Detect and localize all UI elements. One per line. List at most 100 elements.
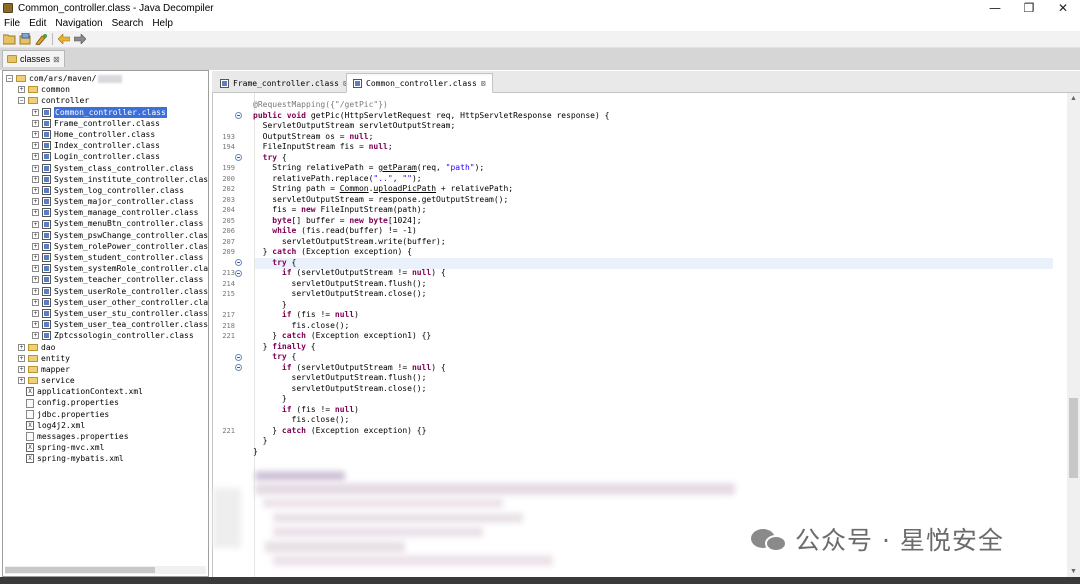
tree-item[interactable]: + System_systemRole_controller.clas	[3, 263, 208, 274]
tree-item[interactable]: − controller	[3, 95, 208, 106]
expand-icon[interactable]: +	[32, 298, 39, 306]
tree-item[interactable]: + System_pswChange_controller.class	[3, 230, 208, 241]
tree-item[interactable]: + dao	[3, 342, 208, 353]
expand-icon[interactable]: +	[32, 332, 39, 340]
tree-item[interactable]: + System_class_controller.class	[3, 163, 208, 174]
expand-icon[interactable]: +	[18, 365, 25, 373]
expand-icon[interactable]: +	[18, 354, 25, 362]
fold-toggle-icon[interactable]	[235, 259, 242, 266]
editor-vertical-scrollbar[interactable]: ▲ ▼	[1067, 93, 1080, 577]
tree-item[interactable]: + service	[3, 375, 208, 386]
window-title: Common_controller.class - Java Decompile…	[18, 2, 214, 14]
expand-icon[interactable]: +	[32, 108, 39, 116]
close-tab-icon[interactable]: ⊠	[53, 55, 60, 64]
tree-item[interactable]: + System_userRole_controller.class	[3, 286, 208, 297]
tree-item[interactable]: + System_student_controller.class	[3, 252, 208, 263]
expand-icon[interactable]: +	[18, 86, 25, 94]
collapse-icon[interactable]: −	[18, 97, 25, 105]
close-tab-icon[interactable]: ⊠	[481, 79, 486, 88]
scrollbar-thumb[interactable]	[5, 567, 155, 573]
tree-item[interactable]: + System_user_tea_controller.class	[3, 319, 208, 330]
back-arrow-icon[interactable]	[57, 32, 71, 46]
tree-item[interactable]: + Index_controller.class	[3, 140, 208, 151]
tree-item[interactable]: Xlog4j2.xml	[3, 420, 208, 431]
fold-toggle-icon[interactable]	[235, 353, 242, 361]
tree-item[interactable]: + System_user_stu_controller.class	[3, 308, 208, 319]
tree-item[interactable]: jdbc.properties	[3, 409, 208, 420]
tree-item[interactable]: XapplicationContext.xml	[3, 386, 208, 397]
tree-item[interactable]: + System_major_controller.class	[3, 196, 208, 207]
scrollbar-thumb[interactable]	[1069, 398, 1078, 478]
search-icon[interactable]	[34, 32, 48, 46]
expand-icon[interactable]: +	[32, 254, 39, 262]
open-type-icon[interactable]	[18, 32, 32, 46]
expand-icon[interactable]: +	[32, 186, 39, 194]
menu-navigation[interactable]: Navigation	[55, 18, 102, 29]
expand-icon[interactable]: +	[32, 287, 39, 295]
expand-icon[interactable]: +	[32, 242, 39, 250]
menu-file[interactable]: File	[4, 18, 20, 29]
expand-icon[interactable]: +	[32, 198, 39, 206]
expand-icon[interactable]: +	[32, 276, 39, 284]
scroll-down-icon[interactable]: ▼	[1070, 568, 1077, 575]
expand-icon[interactable]: +	[32, 175, 39, 183]
java-decompiler-app-icon	[3, 3, 13, 13]
tree-item[interactable]: + System_rolePower_controller.class	[3, 241, 208, 252]
open-file-icon[interactable]	[2, 32, 16, 46]
tree-horizontal-scrollbar[interactable]	[5, 566, 206, 574]
expand-icon[interactable]: +	[32, 153, 39, 161]
forward-arrow-icon[interactable]	[73, 32, 87, 46]
expand-icon[interactable]: +	[32, 231, 39, 239]
tree-root[interactable]: − com/ars/maven/	[3, 73, 208, 84]
fold-toggle-icon[interactable]	[235, 269, 242, 277]
tab-classes[interactable]: classes ⊠	[2, 50, 65, 67]
menu-help[interactable]: Help	[152, 18, 173, 29]
tree-item[interactable]: + Frame_controller.class	[3, 118, 208, 129]
tree-item[interactable]: + System_manage_controller.class	[3, 207, 208, 218]
tree-item[interactable]: Xspring-mvc.xml	[3, 442, 208, 453]
scroll-up-icon[interactable]: ▲	[1070, 95, 1077, 102]
expand-icon[interactable]: +	[32, 164, 39, 172]
tab-frame-controller[interactable]: Frame_controller.class ⊠	[214, 73, 354, 93]
fold-toggle-icon[interactable]	[235, 154, 242, 161]
expand-icon[interactable]: +	[32, 265, 39, 273]
expand-icon[interactable]: +	[32, 310, 39, 318]
tree-item[interactable]: + System_menuBtn_controller.class	[3, 218, 208, 229]
expand-icon[interactable]: +	[32, 119, 39, 127]
tree-item[interactable]: config.properties	[3, 397, 208, 408]
expand-icon[interactable]: +	[18, 343, 25, 351]
collapse-icon[interactable]: −	[6, 75, 13, 83]
close-button[interactable]: ✕	[1046, 0, 1080, 16]
expand-icon[interactable]: +	[32, 220, 39, 228]
tree-item[interactable]: + System_teacher_controller.class	[3, 274, 208, 285]
code-editor[interactable]: 193 194 199 200 202 203 204 205 206 207 209 213 214 2…	[212, 93, 1080, 577]
tree-item[interactable]: + Home_controller.class	[3, 129, 208, 140]
maximize-button[interactable]: ❐	[1012, 0, 1046, 16]
tree-item[interactable]: + System_institute_controller.class	[3, 174, 208, 185]
menu-search[interactable]: Search	[112, 18, 144, 29]
tree-item[interactable]: + Login_controller.class	[3, 151, 208, 162]
tree-item[interactable]: + System_log_controller.class	[3, 185, 208, 196]
tree-item[interactable]: + Common_controller.class	[3, 106, 208, 118]
tab-common-controller[interactable]: Common_controller.class ⊠	[346, 73, 493, 93]
tree-item[interactable]: Xspring-mybatis.xml	[3, 453, 208, 464]
tree-item[interactable]: + Zptcssologin_controller.class	[3, 330, 208, 341]
code-line: relativePath.replace("..", "");	[253, 173, 422, 183]
line-number: 205	[222, 216, 235, 225]
tree-item[interactable]: messages.properties	[3, 431, 208, 442]
expand-icon[interactable]: +	[32, 142, 39, 150]
menu-edit[interactable]: Edit	[29, 18, 46, 29]
tree-item[interactable]: + common	[3, 84, 208, 95]
expand-icon[interactable]: +	[18, 377, 25, 385]
code-line: }	[253, 299, 287, 309]
expand-icon[interactable]: +	[32, 321, 39, 329]
fold-toggle-icon[interactable]	[235, 364, 242, 371]
fold-toggle-icon[interactable]	[235, 112, 242, 119]
expand-icon[interactable]: +	[32, 131, 39, 139]
class-file-icon	[42, 331, 51, 341]
tree-item[interactable]: + System_user_other_controller.clas	[3, 297, 208, 308]
tree-item[interactable]: + mapper	[3, 364, 208, 375]
tree-item[interactable]: + entity	[3, 353, 208, 364]
minimize-button[interactable]: —	[978, 0, 1012, 16]
expand-icon[interactable]: +	[32, 209, 39, 217]
